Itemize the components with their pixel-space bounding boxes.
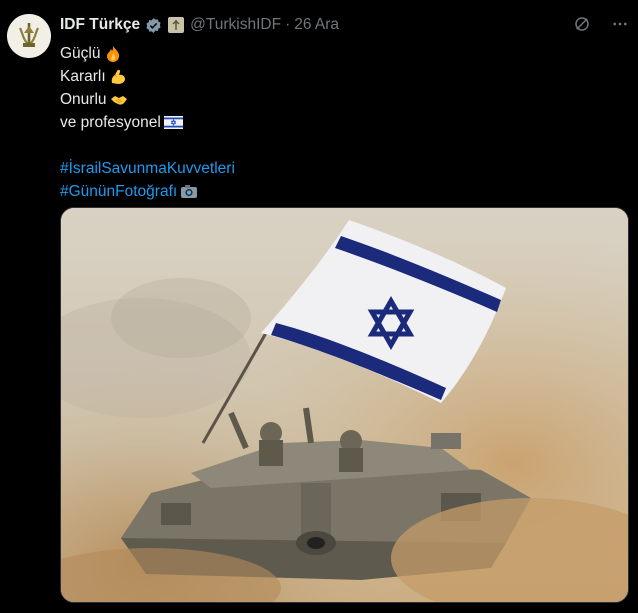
grok-icon[interactable] xyxy=(572,14,592,34)
tweet[interactable]: IDF Türkçe @TurkishIDF · 26 Ara Güçlü Ka… xyxy=(0,0,638,613)
text-line: Onurlu xyxy=(60,88,235,111)
line-text: Güçlü xyxy=(60,45,101,62)
avatar[interactable] xyxy=(7,14,51,58)
tank-flag-photo xyxy=(61,208,628,602)
post-date[interactable]: 26 Ara xyxy=(294,16,339,34)
handshake-emoji-icon xyxy=(110,91,128,109)
hashtag-link[interactable]: #GününFotoğrafı xyxy=(60,180,177,203)
tweet-header: IDF Türkçe @TurkishIDF · 26 Ara xyxy=(60,14,626,36)
tweet-text: Güçlü Kararlı Onurlu ve profesyonel #İsr… xyxy=(60,42,235,203)
fire-emoji-icon xyxy=(104,45,122,63)
flexed-biceps-emoji-icon xyxy=(109,68,127,86)
israel-flag-emoji-icon xyxy=(164,114,184,132)
text-line: Güçlü xyxy=(60,42,235,65)
camera-emoji-icon xyxy=(180,183,198,201)
idf-emblem-icon xyxy=(7,14,51,58)
verified-badge-icon xyxy=(145,17,162,34)
text-line: Kararlı xyxy=(60,65,235,88)
separator: · xyxy=(285,16,291,33)
line-text: Kararlı xyxy=(60,68,106,85)
hashtag-line: #GününFotoğrafı xyxy=(60,180,235,203)
more-options-icon[interactable] xyxy=(610,14,630,34)
header-actions xyxy=(572,14,630,34)
affiliation-icon[interactable] xyxy=(168,17,185,33)
hashtag-link[interactable]: #İsrailSavunmaKuvvetleri xyxy=(60,157,235,180)
text-line: ve profesyonel xyxy=(60,111,235,134)
line-text: ve profesyonel xyxy=(60,114,161,131)
line-text: Onurlu xyxy=(60,91,107,108)
display-name[interactable]: IDF Türkçe xyxy=(60,16,140,34)
handle[interactable]: @TurkishIDF xyxy=(190,16,281,34)
hashtag-line: #İsrailSavunmaKuvvetleri xyxy=(60,157,235,180)
media-photo[interactable] xyxy=(60,207,629,603)
